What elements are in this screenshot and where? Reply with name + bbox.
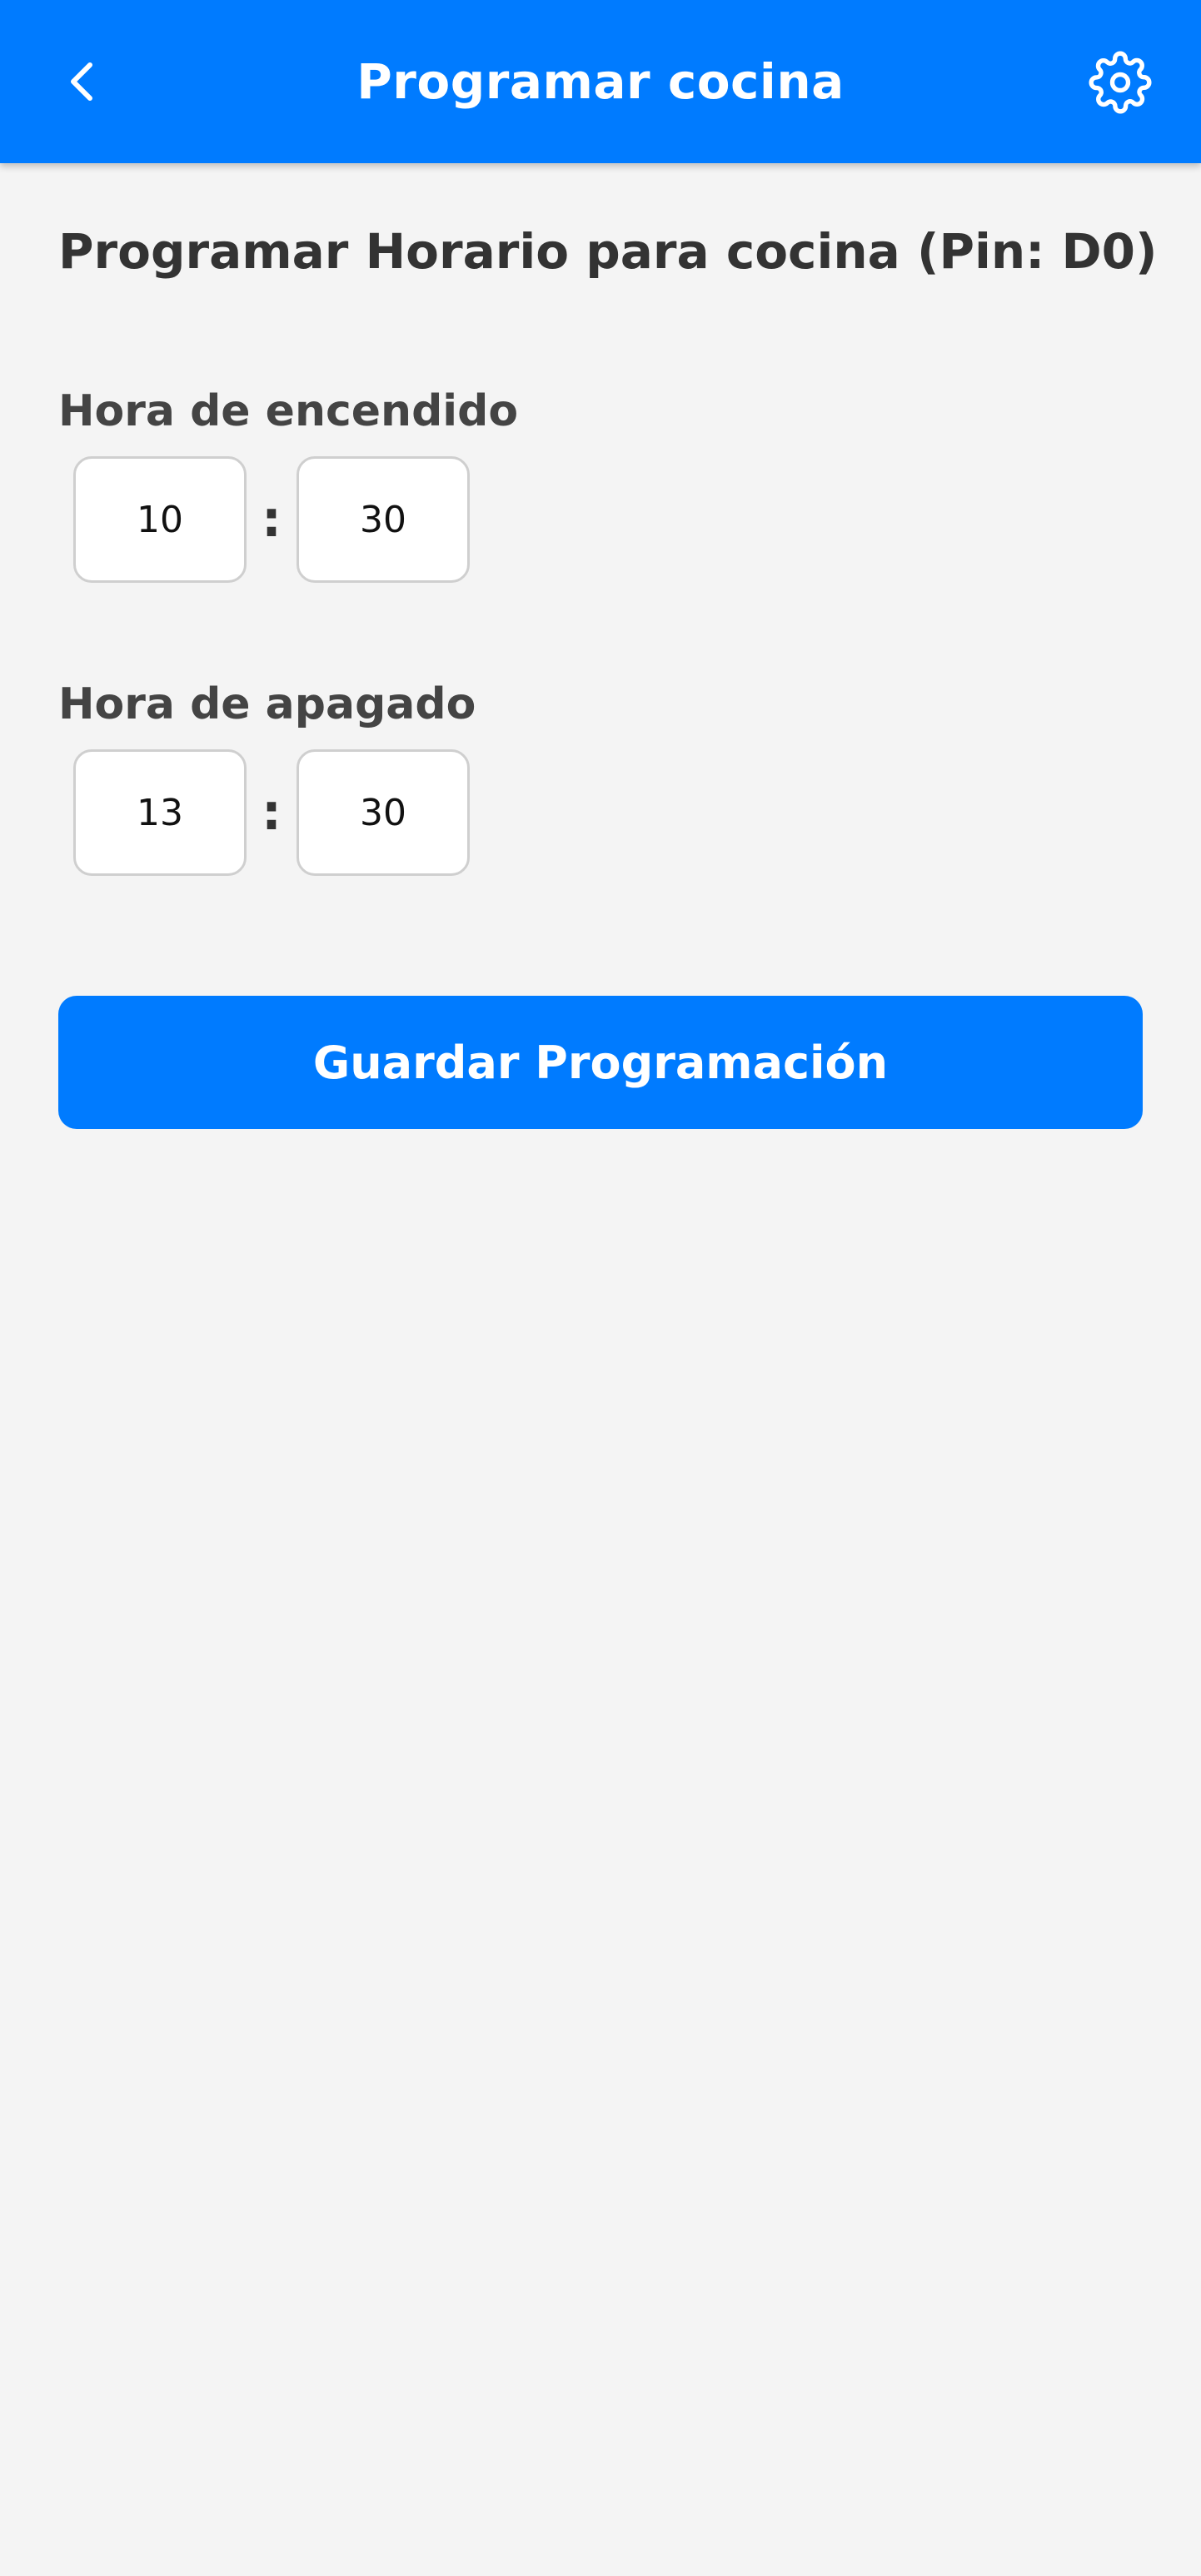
settings-button[interactable] xyxy=(1083,45,1158,120)
gear-icon xyxy=(1089,51,1152,114)
on-time-picker: : xyxy=(73,456,506,583)
off-time-label: Hora de apagado xyxy=(58,679,476,729)
off-hour-input[interactable] xyxy=(73,749,247,876)
save-schedule-button[interactable]: Guardar Programación xyxy=(58,996,1143,1129)
on-hour-input[interactable] xyxy=(73,456,247,583)
back-button[interactable] xyxy=(48,47,118,117)
off-time-picker: : xyxy=(73,749,506,876)
time-separator: : xyxy=(262,490,282,549)
header-title: Programar cocina xyxy=(356,53,845,110)
on-time-label: Hora de encendido xyxy=(58,386,519,436)
chevron-left-icon xyxy=(71,62,92,101)
on-minute-input[interactable] xyxy=(297,456,470,583)
time-separator: : xyxy=(262,783,282,842)
app-header: Programar cocina xyxy=(0,0,1201,163)
page-title: Programar Horario para cocina (Pin: D0) xyxy=(58,223,1158,280)
off-minute-input[interactable] xyxy=(297,749,470,876)
